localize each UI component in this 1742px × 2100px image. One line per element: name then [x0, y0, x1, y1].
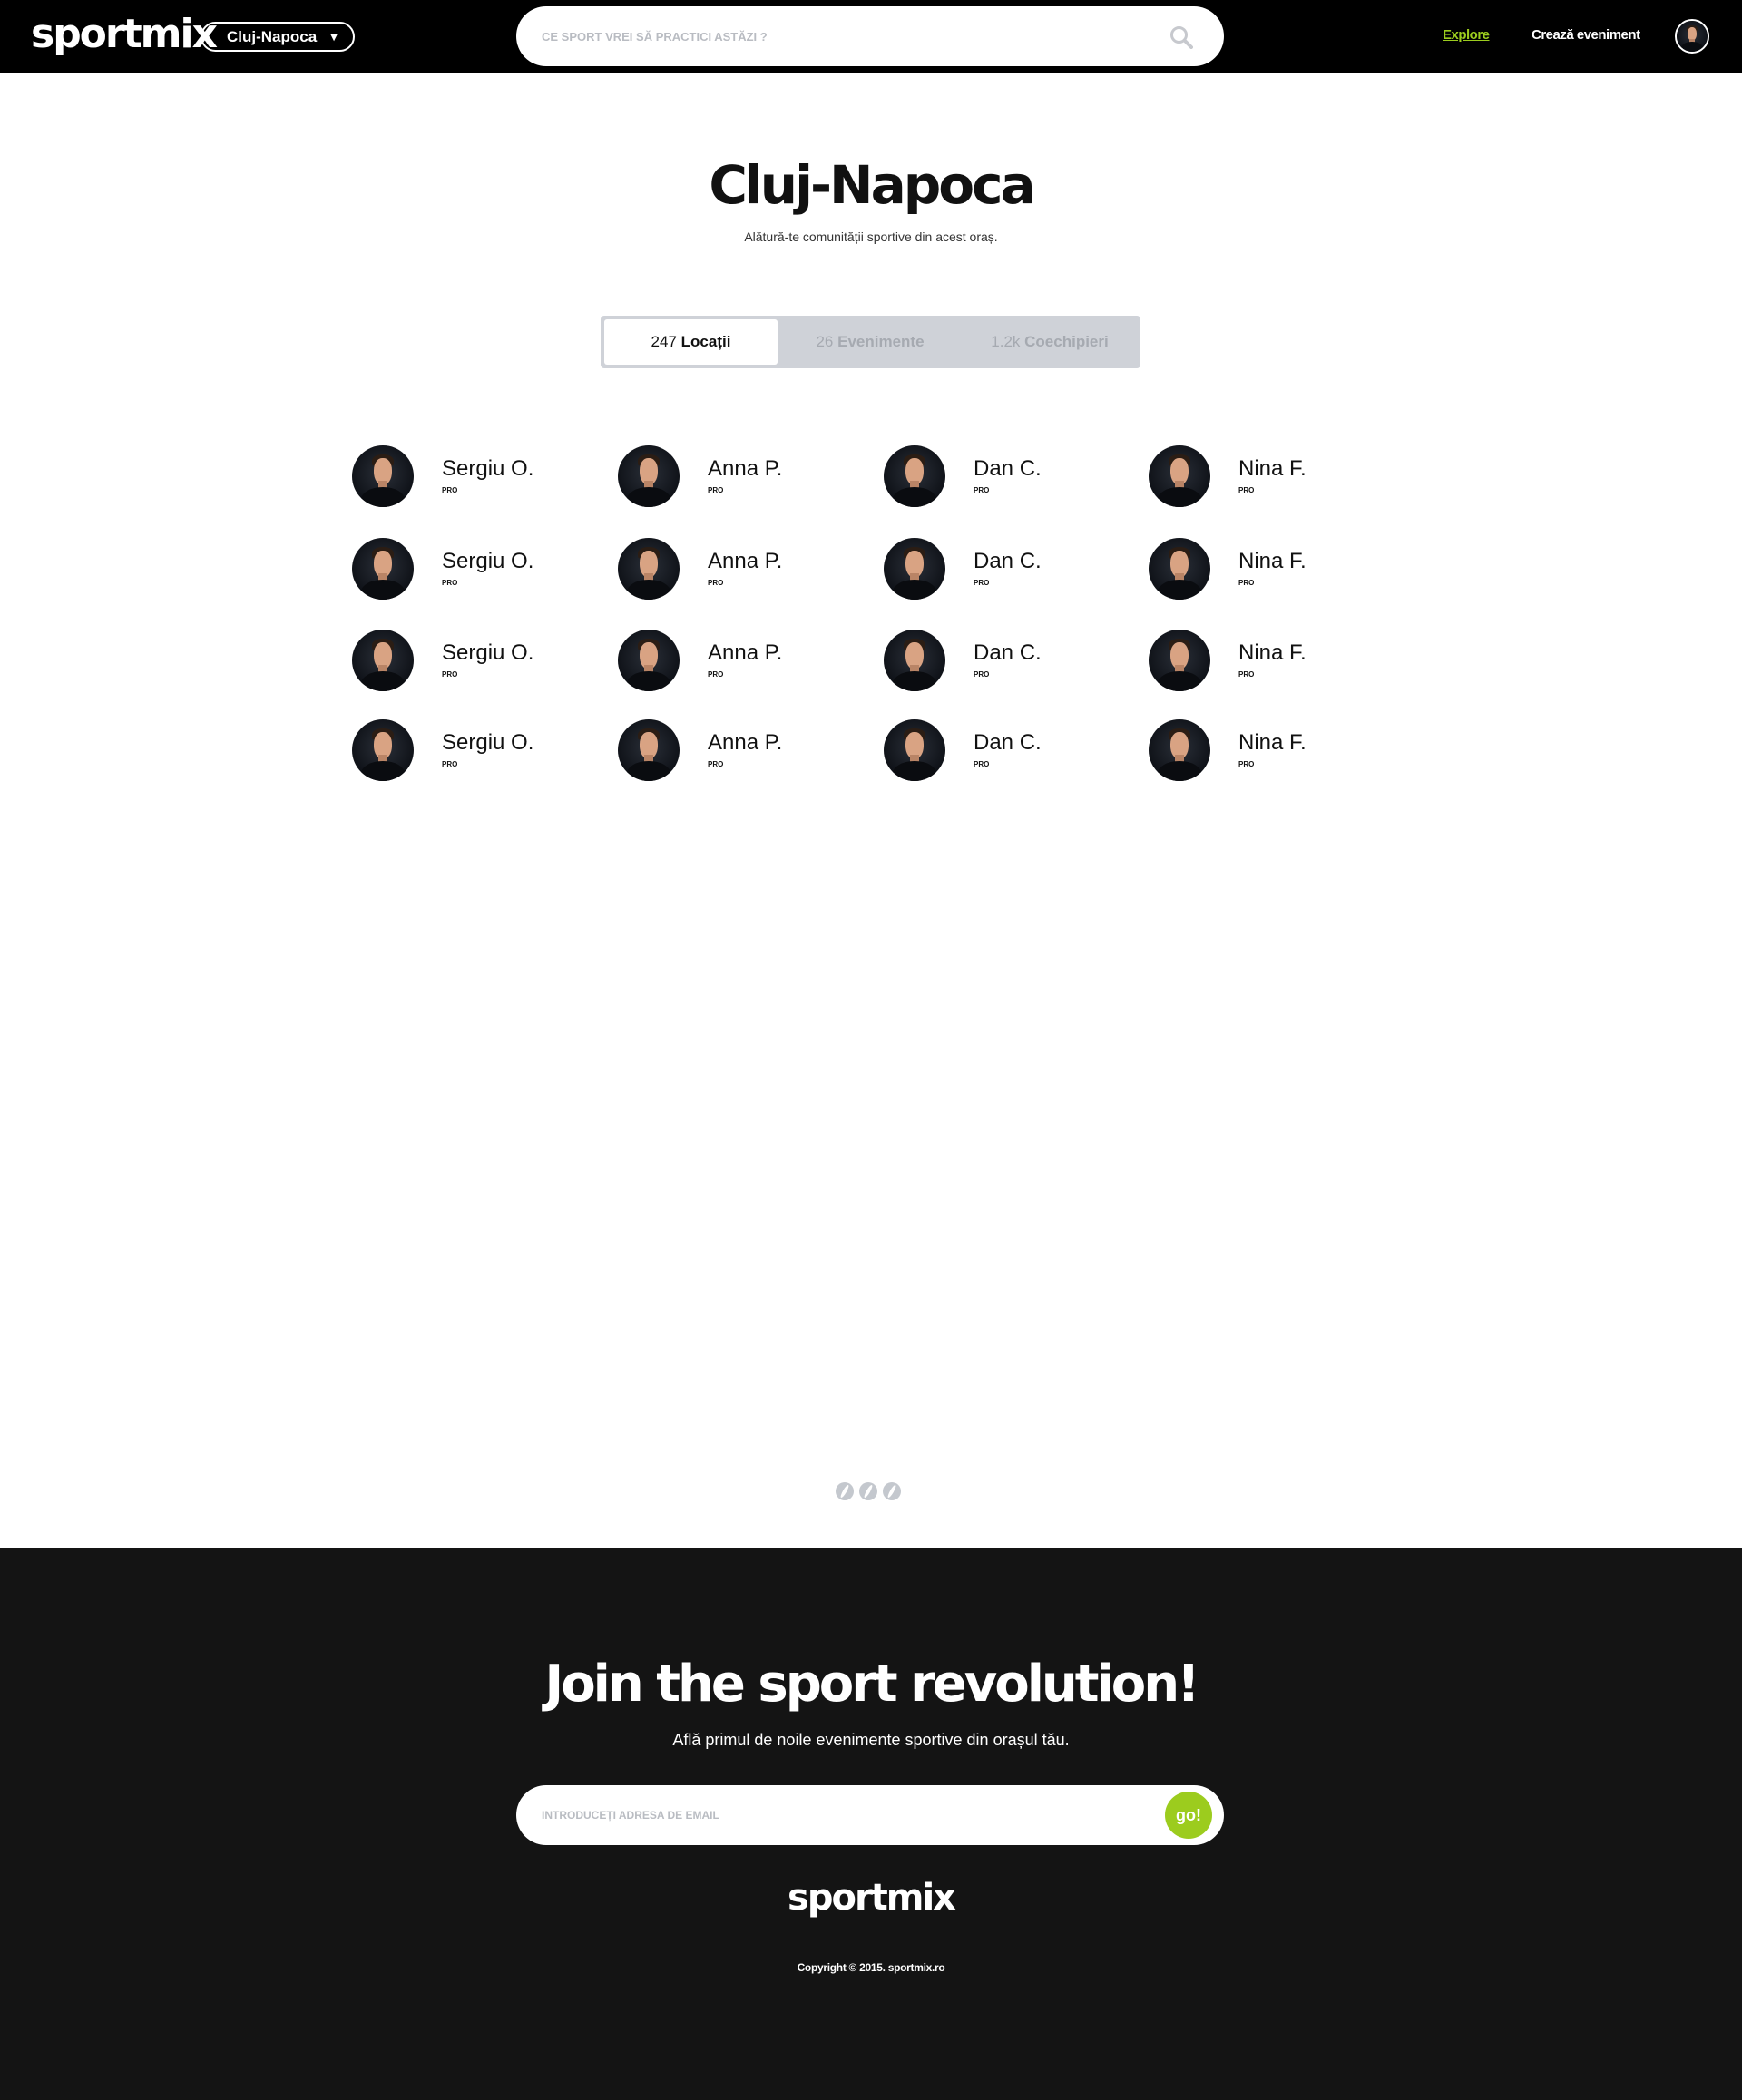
avatar: [618, 538, 680, 600]
person-badge: PRO: [442, 670, 458, 679]
tab-count: 26: [816, 333, 834, 350]
page-title: Cluj-Napoca: [709, 154, 1035, 216]
person-name: Sergiu O.: [442, 456, 534, 481]
sportmix-logo[interactable]: sportmix: [31, 9, 218, 60]
person-card[interactable]: Sergiu O. PRO: [352, 630, 588, 693]
person-name: Anna P.: [708, 549, 783, 573]
avatar: [1149, 719, 1210, 781]
person-name: Dan C.: [974, 640, 1042, 665]
avatar: [1149, 630, 1210, 691]
person-card[interactable]: Anna P. PRO: [618, 719, 854, 783]
tab-label: Locații: [680, 333, 731, 350]
person-name: Dan C.: [974, 730, 1042, 755]
avatar: [618, 445, 680, 507]
person-name: Nina F.: [1238, 730, 1306, 755]
nav-create-event-link[interactable]: Crează eveniment: [1532, 27, 1640, 43]
person-badge: PRO: [442, 486, 458, 494]
person-badge: PRO: [708, 486, 724, 494]
footer-subtitle: Află primul de noile evenimente sportive…: [672, 1731, 1070, 1749]
search-input[interactable]: [542, 6, 1122, 66]
tab-label: Evenimente: [837, 333, 925, 350]
person-card[interactable]: Sergiu O. PRO: [352, 445, 588, 509]
person-card[interactable]: Dan C. PRO: [884, 719, 1120, 783]
person-name: Sergiu O.: [442, 730, 534, 755]
avatar: [884, 630, 945, 691]
person-card[interactable]: Dan C. PRO: [884, 445, 1120, 509]
person-card[interactable]: Sergiu O. PRO: [352, 719, 588, 783]
person-name: Anna P.: [708, 730, 783, 755]
search-bar: [516, 6, 1224, 66]
footer: Join the sport revolution! Află primul d…: [0, 1548, 1742, 2100]
person-card[interactable]: Nina F. PRO: [1149, 719, 1385, 783]
person-badge: PRO: [708, 579, 724, 587]
avatar: [884, 538, 945, 600]
avatar: [352, 445, 414, 507]
person-badge: PRO: [974, 579, 990, 587]
person-name: Sergiu O.: [442, 549, 534, 573]
avatar: [1149, 538, 1210, 600]
person-name: Nina F.: [1238, 549, 1306, 573]
person-card[interactable]: Nina F. PRO: [1149, 445, 1385, 509]
city-dropdown-label: Cluj-Napoca: [227, 28, 318, 45]
tab-label: Coechipieri: [1024, 333, 1109, 350]
person-badge: PRO: [442, 760, 458, 768]
user-avatar[interactable]: [1675, 19, 1709, 54]
avatar: [884, 445, 945, 507]
person-badge: PRO: [974, 670, 990, 679]
person-name: Anna P.: [708, 640, 783, 665]
avatar: [352, 719, 414, 781]
tab-count: 1.2k: [991, 333, 1021, 350]
avatar: [618, 719, 680, 781]
person-card[interactable]: Nina F. PRO: [1149, 538, 1385, 601]
nav-explore-link[interactable]: Explore: [1443, 27, 1490, 43]
go-button[interactable]: go!: [1165, 1792, 1212, 1839]
person-badge: PRO: [1238, 579, 1255, 587]
avatar: [1149, 445, 1210, 507]
city-dropdown[interactable]: Cluj-Napoca ▼: [201, 22, 355, 52]
top-navbar: sportmix Cluj-Napoca ▼ Explore Crează ev…: [0, 0, 1742, 73]
person-name: Sergiu O.: [442, 640, 534, 665]
avatar: [352, 538, 414, 600]
tab-count: 247: [651, 333, 677, 350]
person-badge: PRO: [974, 760, 990, 768]
person-name: Dan C.: [974, 549, 1042, 573]
avatar: [352, 630, 414, 691]
person-card[interactable]: Dan C. PRO: [884, 630, 1120, 693]
avatar: [618, 630, 680, 691]
person-badge: PRO: [708, 760, 724, 768]
person-badge: PRO: [1238, 760, 1255, 768]
tab-evenimente[interactable]: 26 Evenimente: [779, 319, 961, 365]
person-card[interactable]: Sergiu O. PRO: [352, 538, 588, 601]
ball-icon: [859, 1482, 877, 1500]
person-name: Anna P.: [708, 456, 783, 481]
tab-locatii[interactable]: 247 Locații: [604, 319, 778, 365]
avatar: [884, 719, 945, 781]
person-card[interactable]: Dan C. PRO: [884, 538, 1120, 601]
chevron-down-icon: ▼: [328, 29, 340, 44]
person-card[interactable]: Anna P. PRO: [618, 630, 854, 693]
email-input[interactable]: [542, 1785, 1104, 1845]
person-badge: PRO: [974, 486, 990, 494]
person-name: Nina F.: [1238, 456, 1306, 481]
loading-indicator: [836, 1482, 903, 1502]
newsletter-form: go!: [516, 1785, 1224, 1845]
copyright-text: Copyright © 2015. sportmix.ro: [797, 1961, 945, 1974]
person-name: Nina F.: [1238, 640, 1306, 665]
person-card[interactable]: Anna P. PRO: [618, 538, 854, 601]
person-name: Dan C.: [974, 456, 1042, 481]
tab-coechipieri[interactable]: 1.2k Coechipieri: [961, 319, 1139, 365]
person-badge: PRO: [442, 579, 458, 587]
footer-title: Join the sport revolution!: [544, 1655, 1199, 1714]
ball-icon: [836, 1482, 854, 1500]
page-subtitle: Alătură-te comunității sportive din aces…: [744, 230, 998, 244]
ball-icon: [883, 1482, 901, 1500]
footer-logo: sportmix: [788, 1877, 956, 1919]
person-badge: PRO: [708, 670, 724, 679]
person-badge: PRO: [1238, 486, 1255, 494]
tab-bar: 247 Locații 26 Evenimente 1.2k Coechipie…: [601, 316, 1140, 368]
person-card[interactable]: Nina F. PRO: [1149, 630, 1385, 693]
search-icon[interactable]: [1169, 25, 1193, 49]
person-badge: PRO: [1238, 670, 1255, 679]
person-card[interactable]: Anna P. PRO: [618, 445, 854, 509]
